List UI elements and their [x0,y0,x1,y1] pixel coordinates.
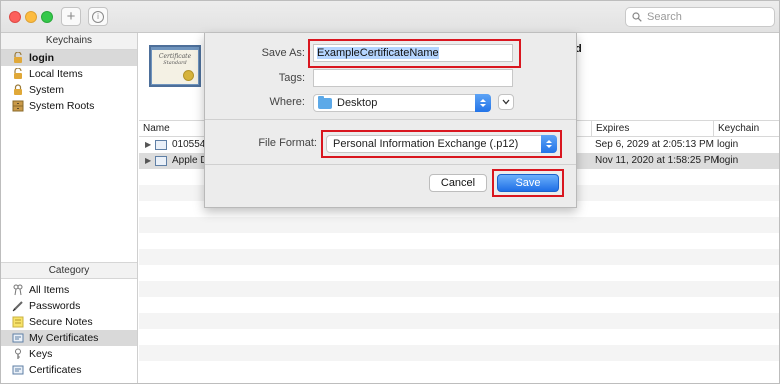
sidebar-item-label: login [29,52,55,64]
certificate-image-title: Certificate [158,53,192,60]
save-button-highlight [492,169,564,197]
sidebar-item-system-roots[interactable]: System Roots [1,98,137,114]
divider [205,119,576,120]
empty-row [139,313,779,329]
keychains-header: Keychains [1,33,137,50]
expand-button[interactable] [498,94,514,110]
column-header-expires[interactable]: Expires [591,121,629,137]
certificate-icon [155,156,167,166]
tags-label: Tags: [278,72,305,84]
category-header: Category [1,262,137,279]
sidebar-item-label: Certificates [29,364,82,376]
empty-row [139,345,779,361]
disclosure-triangle-icon[interactable]: ▶ [145,137,151,153]
lock-icon [12,84,24,96]
file-format-label: File Format: [258,137,317,149]
sidebar-item-label: Keys [29,348,53,360]
keychains-list: login Local Items System System Roots [1,50,137,114]
add-item-button[interactable]: + [61,7,81,26]
save-as-label: Save As: [261,47,305,59]
category-section: Category All Items Passwords Secure Note… [1,262,137,378]
cell-expires: Sep 6, 2029 at 2:05:13 PM [595,139,714,150]
where-popup[interactable]: Desktop [313,94,491,112]
sidebar-item-label: Local Items [29,68,83,80]
sidebar-item-label: System [29,84,65,96]
empty-row [139,217,779,233]
cell-expires: Nov 11, 2020 at 1:58:25 PM [595,155,719,166]
disclosure-triangle-icon[interactable]: ▶ [145,153,151,169]
certificate-image: Certificate Standard [149,45,201,87]
certificate-icon [12,364,24,376]
empty-row [139,233,779,249]
sidebar-item-label: All Items [29,284,70,296]
empty-row [139,281,779,297]
cell-keychain: login [717,155,739,166]
cancel-button[interactable]: Cancel [429,174,487,192]
certificate-icon [12,332,24,344]
folder-icon [318,95,332,109]
sidebar-item-all-items[interactable]: All Items [1,282,137,298]
category-list: All Items Passwords Secure Notes My Cert… [1,279,137,378]
sidebar-item-secure-notes[interactable]: Secure Notes [1,314,137,330]
note-icon [12,316,24,328]
sidebar: Keychains login Local Items System Syste… [1,33,138,383]
keychain-access-window: + i Search Keychains login Local Items S… [0,0,780,384]
cell-name: 010554 [172,139,206,150]
column-header-name[interactable]: Name [139,121,170,137]
sidebar-item-certificates[interactable]: Certificates [1,362,137,378]
plus-icon: + [66,8,76,25]
keys-icon [12,284,24,296]
cabinet-icon [12,100,24,112]
sidebar-item-local-items[interactable]: Local Items [1,66,137,82]
empty-row [139,361,779,377]
certificate-image-subtitle: Standard [163,60,187,66]
popup-stepper-icon [475,94,491,112]
sidebar-item-passwords[interactable]: Passwords [1,298,137,314]
sidebar-item-login[interactable]: login [1,50,137,66]
sidebar-item-label: My Certificates [29,332,99,344]
search-field[interactable]: Search [625,7,775,27]
cell-keychain: login [717,139,739,150]
where-value: Desktop [337,97,378,109]
empty-row [139,265,779,281]
info-icon: i [92,10,104,23]
lock-open-icon [12,68,24,80]
minimize-window-button[interactable] [25,11,37,23]
empty-row [139,249,779,265]
divider [205,164,576,165]
save-as-highlight [308,39,521,68]
toolbar: + i Search [1,1,779,33]
zoom-window-button[interactable] [41,11,53,23]
tags-field[interactable] [313,69,513,87]
lock-open-icon [12,52,24,64]
key-icon [12,348,24,360]
empty-row [139,297,779,313]
search-icon [632,12,642,22]
sidebar-item-label: System Roots [29,100,95,112]
info-button[interactable]: i [88,7,108,26]
certificate-icon [155,140,167,150]
where-label: Where: [269,96,305,108]
empty-row [139,329,779,345]
close-window-button[interactable] [9,11,21,23]
chevron-down-icon [502,99,510,105]
seal-icon [183,70,194,81]
sidebar-item-label: Secure Notes [29,316,93,328]
sidebar-item-keys[interactable]: Keys [1,346,137,362]
sidebar-item-system[interactable]: System [1,82,137,98]
file-format-highlight [321,130,562,158]
search-placeholder: Search [647,11,682,23]
column-header-keychain[interactable]: Keychain [713,121,759,137]
export-save-sheet: Save As: ExampleCertificateName Tags: Wh… [204,33,577,208]
sidebar-item-label: Passwords [29,300,81,312]
cell-name: Apple D [172,155,208,166]
sidebar-item-my-certificates[interactable]: My Certificates [1,330,137,346]
pen-icon [12,300,24,312]
